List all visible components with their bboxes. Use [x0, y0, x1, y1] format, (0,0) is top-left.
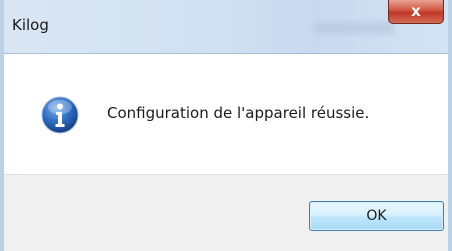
title-bar-blur — [314, 22, 394, 34]
information-icon — [41, 96, 79, 134]
dialog-content: Configuration de l'appareil réussie. — [4, 54, 448, 174]
title-bar[interactable]: Kilog x — [4, 0, 448, 54]
ok-button[interactable]: OK — [309, 201, 444, 231]
dialog-window: Kilog x Configuration de l'appareil réus… — [0, 0, 452, 251]
dialog-footer: OK — [4, 174, 448, 251]
dialog-message: Configuration de l'appareil réussie. — [107, 104, 370, 122]
close-button[interactable]: x — [388, 0, 444, 24]
window-title: Kilog — [12, 16, 49, 34]
close-icon: x — [411, 2, 421, 20]
